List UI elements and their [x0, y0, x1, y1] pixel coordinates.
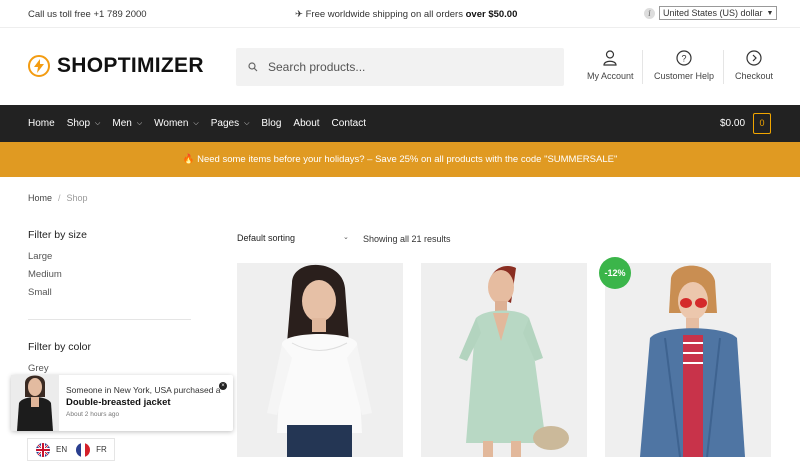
nav-item-women[interactable]: Women ⌵: [154, 118, 199, 129]
lightning-bolt-icon: [28, 55, 50, 77]
language-fr[interactable]: FR: [96, 445, 107, 454]
product-card[interactable]: [605, 263, 771, 457]
filter-color-grey[interactable]: Grey: [28, 363, 49, 374]
chevron-down-icon: ⌵: [136, 119, 143, 127]
cart-total[interactable]: $0.00: [720, 118, 745, 129]
customer-help-link[interactable]: ? Customer Help: [654, 50, 714, 81]
sale-badge: -12%: [599, 257, 631, 289]
shipping-prefix: ✈ Free worldwide shipping on all orders: [295, 9, 463, 20]
fr-flag-icon[interactable]: [76, 442, 91, 457]
chevron-down-icon: ⌵: [95, 119, 101, 127]
nav-item-shop[interactable]: Shop ⌵: [67, 118, 101, 129]
breadcrumb-current: Shop: [66, 193, 88, 203]
nav-item-home[interactable]: Home: [28, 118, 55, 129]
nav-item-label: About: [293, 118, 320, 129]
caret-down-icon: ▼: [766, 9, 774, 17]
sort-label: Default sorting: [237, 233, 296, 243]
filter-size-medium[interactable]: Medium: [28, 269, 62, 280]
notification-product[interactable]: Double-breasted jacket: [66, 397, 171, 408]
arrow-right-circle-icon: [746, 50, 762, 66]
product-image: [237, 263, 403, 457]
nav-item-about[interactable]: About: [293, 118, 319, 129]
nav-item-blog[interactable]: Blog: [261, 118, 281, 129]
svg-text:?: ?: [682, 54, 687, 64]
nav-item-label: Home: [28, 118, 55, 129]
checkout-label: Checkout: [735, 71, 774, 81]
shipping-text: ✈ Free worldwide shipping on all orders …: [295, 9, 517, 20]
top-bar: Call us toll free +1 789 2000 ✈ Free wor…: [0, 0, 800, 28]
logo[interactable]: SHOPTIMIZER: [28, 54, 204, 78]
my-account-link[interactable]: My Account: [587, 50, 634, 81]
currency-select[interactable]: United States (US) dollar ▼: [659, 6, 778, 20]
close-icon[interactable]: ×: [219, 382, 227, 390]
phone-text: Call us toll free +1 789 2000: [28, 9, 147, 20]
divider: [642, 50, 643, 84]
shipping-amount: over $50.00: [465, 9, 518, 20]
divider: [28, 319, 191, 320]
cart-count: 0: [759, 118, 765, 128]
nav-item-label: Blog: [261, 118, 282, 129]
sort-select[interactable]: Default sorting ⌄: [237, 233, 349, 243]
results-count: Showing all 21 results: [363, 234, 451, 244]
nav-item-label: Shop: [66, 118, 91, 129]
info-icon[interactable]: i: [644, 7, 655, 19]
divider: [723, 50, 724, 84]
product-image: [605, 263, 771, 457]
currency-switcher: i United States (US) dollar ▼: [644, 6, 778, 20]
notification-product-image: [11, 375, 59, 431]
language-switcher: EN FR: [27, 438, 115, 461]
nav-item-men[interactable]: Men ⌵: [112, 118, 142, 129]
user-icon: [603, 50, 617, 66]
nav-list: Home Shop ⌵ Men ⌵ Women ⌵ Pages ⌵ Blog About Contac…: [28, 118, 378, 129]
filter-size-small[interactable]: Small: [28, 287, 52, 298]
product-card[interactable]: [421, 263, 587, 457]
notification-text: Someone in New York, USA purchased a: [66, 385, 221, 395]
breadcrumb-home[interactable]: Home: [28, 193, 52, 203]
my-account-label: My Account: [587, 71, 634, 81]
promo-banner: 🔥 Need some items before your holidays? …: [0, 142, 800, 177]
currency-label: United States (US) dollar: [663, 8, 763, 18]
purchase-notification[interactable]: Someone in New York, USA purchased a Dou…: [11, 375, 233, 431]
search-bar: [236, 48, 564, 86]
nav-item-label: Men: [112, 118, 132, 129]
logo-text: SHOPTIMIZER: [57, 54, 204, 77]
site-header: SHOPTIMIZER My Account ? Customer Help C…: [0, 28, 800, 105]
search-icon[interactable]: [248, 62, 258, 72]
cart-icon[interactable]: 0: [753, 113, 771, 134]
nav-item-pages[interactable]: Pages ⌵: [211, 118, 250, 129]
filter-size-large[interactable]: Large: [28, 251, 52, 262]
help-icon: ?: [676, 50, 692, 66]
chevron-down-icon: ⌵: [244, 119, 250, 127]
nav-item-label: Contact: [331, 118, 367, 129]
filter-color-title: Filter by color: [28, 341, 92, 353]
filter-size-title: Filter by size: [28, 229, 87, 241]
customer-help-label: Customer Help: [654, 71, 715, 81]
nav-item-contact[interactable]: Contact: [332, 118, 366, 129]
chevron-down-icon: ⌵: [193, 119, 199, 127]
search-input[interactable]: [268, 60, 548, 74]
notification-time: About 2 hours ago: [66, 411, 120, 418]
uk-flag-icon[interactable]: [36, 442, 50, 457]
nav-item-label: Women: [154, 118, 189, 129]
chevron-down-icon: ⌄: [343, 234, 349, 241]
language-en[interactable]: EN: [56, 445, 67, 454]
nav-item-label: Pages: [210, 118, 240, 129]
breadcrumb: Home / Shop: [28, 193, 88, 203]
product-image: [421, 263, 587, 457]
checkout-link[interactable]: Checkout: [735, 50, 773, 81]
main-nav: Home Shop ⌵ Men ⌵ Women ⌵ Pages ⌵ Blog About Contac…: [0, 105, 800, 142]
product-card[interactable]: [237, 263, 403, 457]
